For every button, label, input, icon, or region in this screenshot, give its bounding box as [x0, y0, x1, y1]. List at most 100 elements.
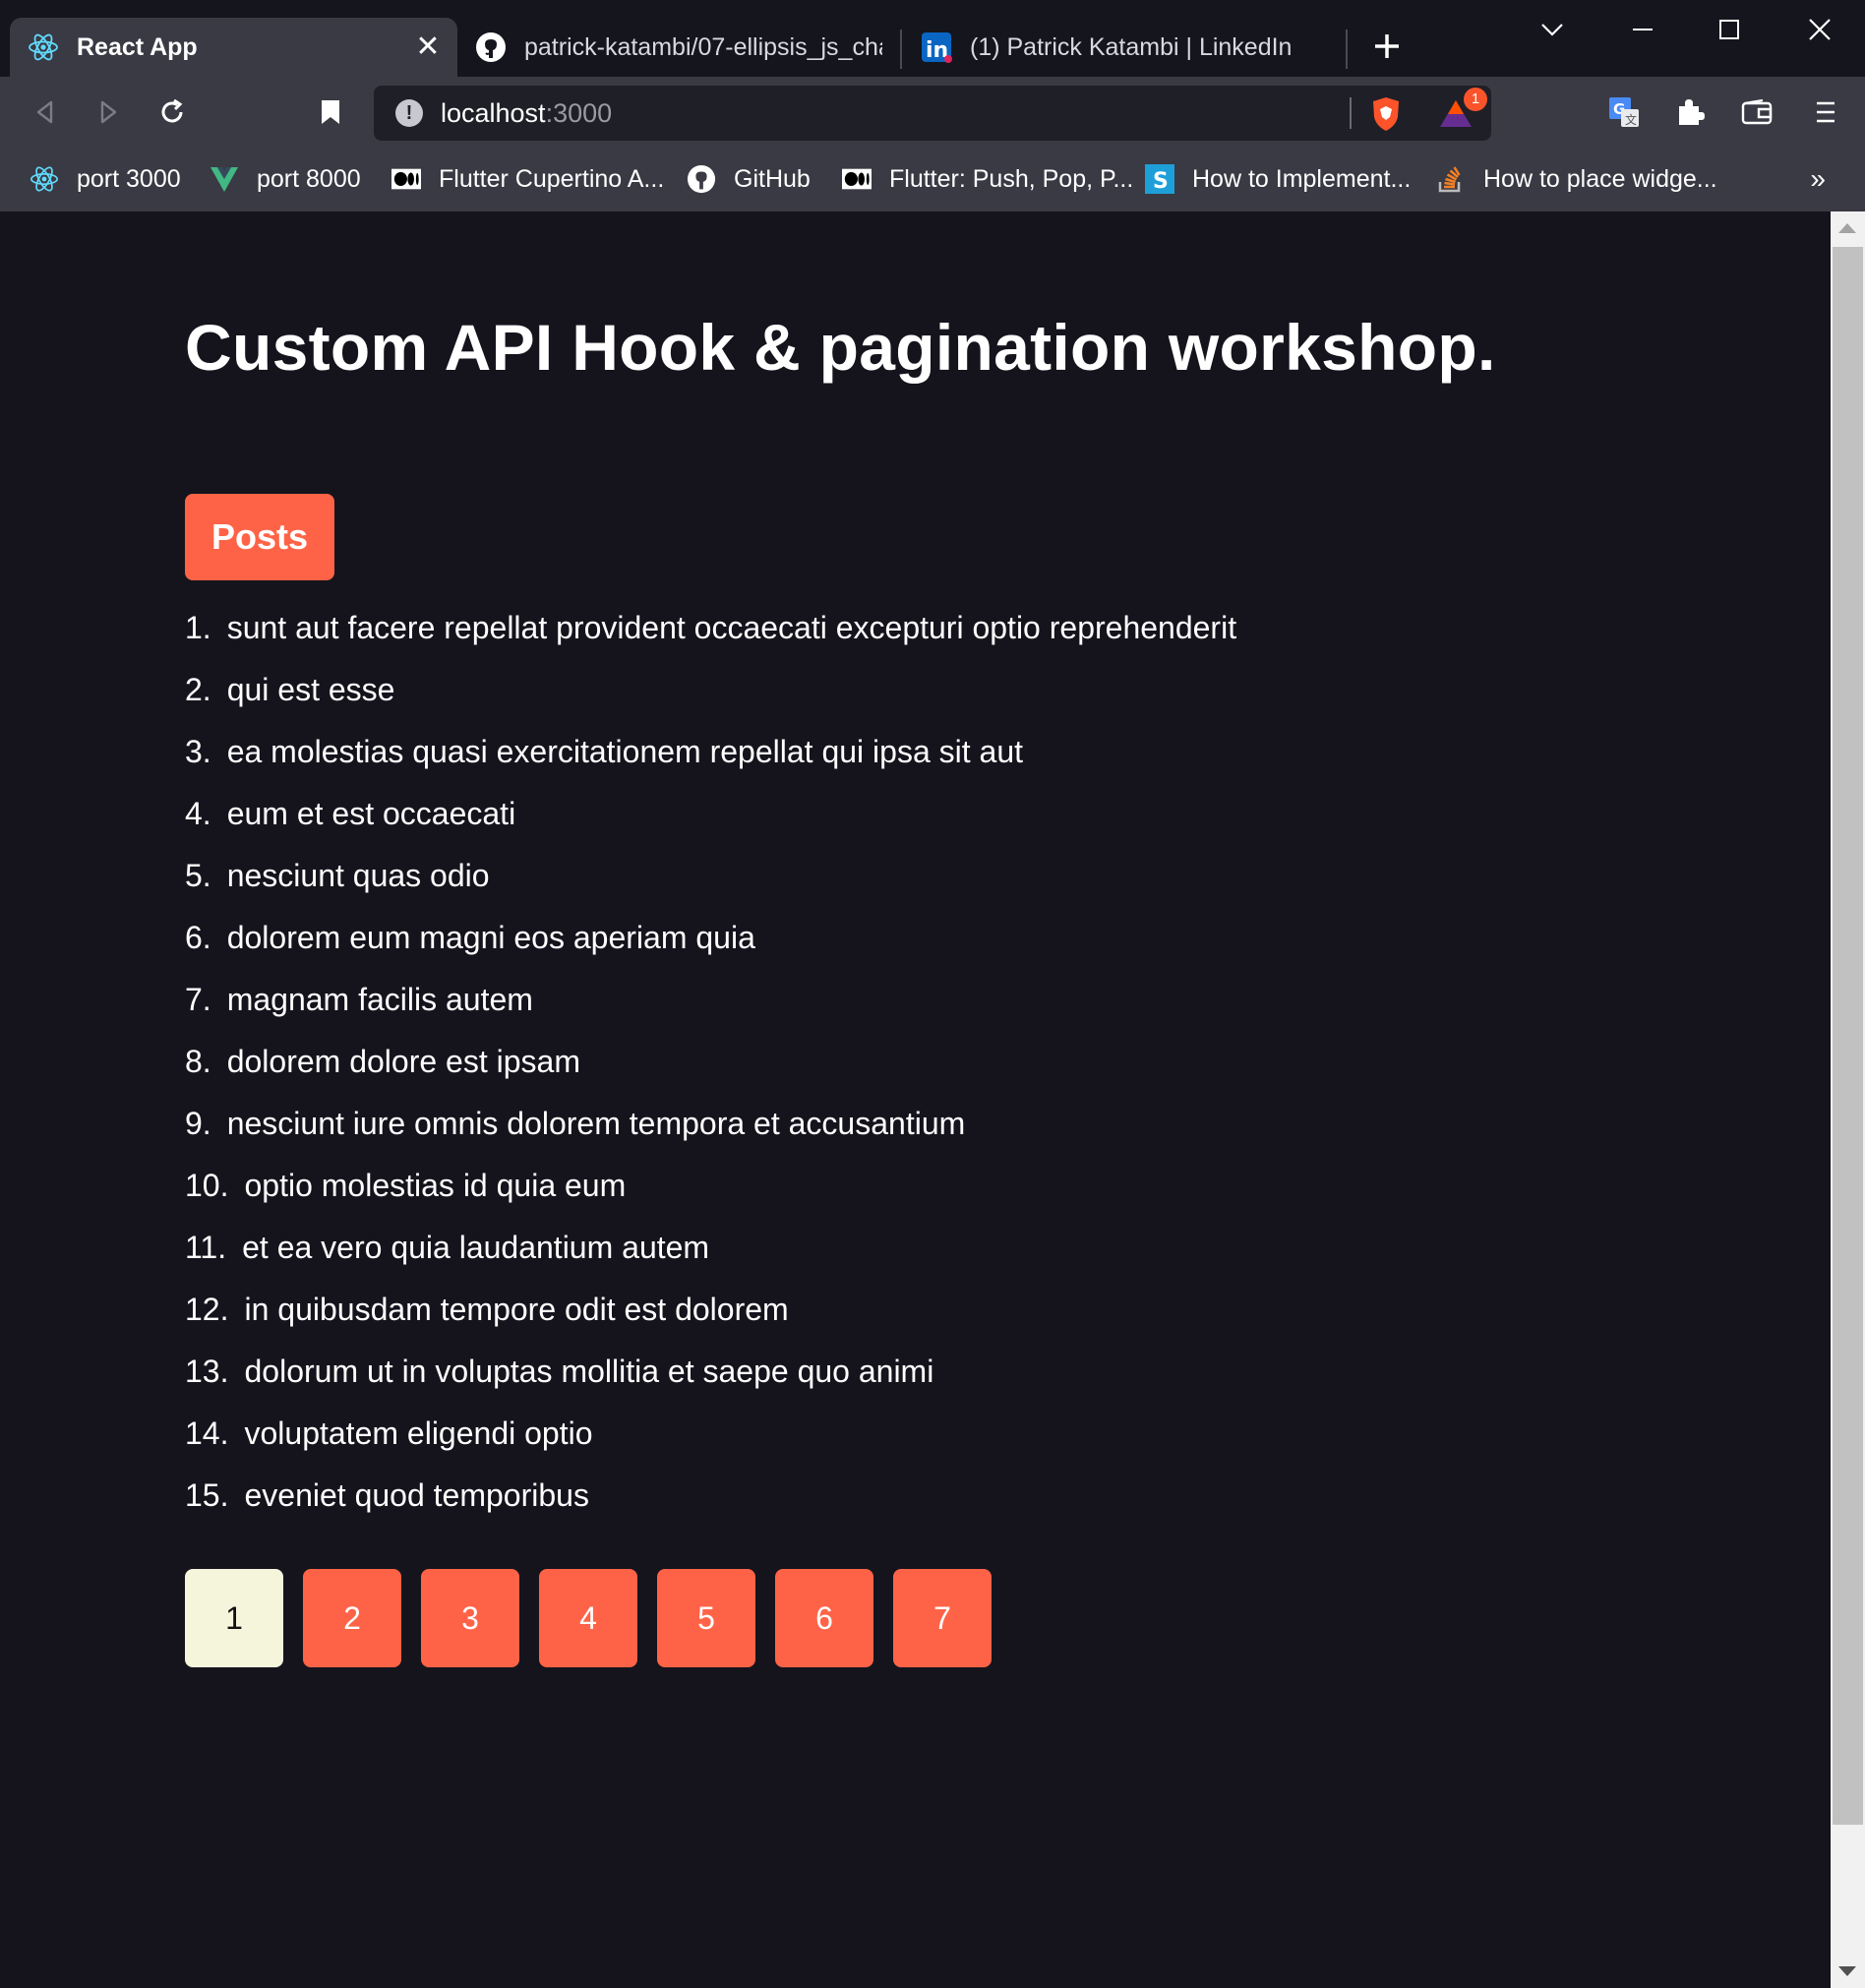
tab-linkedin[interactable]: in (1) Patrick Katambi | LinkedIn — [903, 18, 1346, 77]
page-content: Custom API Hook & pagination workshop. P… — [0, 211, 1831, 1988]
pagination: 1 2 3 4 5 6 7 — [185, 1569, 1011, 1667]
page-title: Custom API Hook & pagination workshop. — [185, 311, 1496, 384]
maximize-button[interactable] — [1690, 0, 1769, 59]
list-item-number: 3. — [185, 734, 211, 769]
list-item-number: 6. — [185, 920, 211, 955]
address-bar[interactable]: ! localhost:3000 1 — [374, 86, 1491, 141]
maximize-icon — [1719, 20, 1739, 39]
vertical-scrollbar[interactable] — [1831, 211, 1865, 1988]
list-item-number: 13. — [185, 1354, 229, 1389]
page-button-4[interactable]: 4 — [539, 1569, 637, 1667]
url-text[interactable]: localhost:3000 — [441, 98, 612, 129]
bookmark-port-3000[interactable]: port 3000 — [30, 159, 181, 199]
site-info-icon[interactable]: ! — [395, 99, 423, 127]
list-item: 12. in quibusdam tempore odit est dolorem — [185, 1282, 1236, 1344]
github-icon — [687, 164, 716, 194]
bookmark-label: How to Implement... — [1192, 164, 1412, 193]
bookmark-port-8000[interactable]: port 8000 — [210, 159, 361, 199]
list-item-number: 10. — [185, 1168, 229, 1203]
posts-button[interactable]: Posts — [185, 494, 334, 580]
medium-icon — [842, 164, 872, 194]
bookmarks-bar: port 3000 port 8000 Flutter Cupertino A.… — [0, 148, 1865, 211]
list-item-number: 4. — [185, 796, 211, 831]
minimize-button[interactable] — [1603, 0, 1682, 59]
close-window-button[interactable] — [1780, 0, 1859, 59]
scroll-up-icon[interactable] — [1838, 223, 1856, 233]
minimize-icon — [1633, 29, 1653, 30]
list-item-text: et ea vero quia laudantium autem — [242, 1230, 710, 1265]
url-host: localhost — [441, 98, 546, 128]
translate-button[interactable]: G文 — [1604, 92, 1644, 132]
bookmarks-overflow-chevron-icon[interactable]: » — [1810, 163, 1826, 195]
bookmark-flutter-push-pop[interactable]: Flutter: Push, Pop, P... — [842, 159, 1133, 199]
react-icon — [28, 31, 59, 63]
page-button-2[interactable]: 2 — [303, 1569, 401, 1667]
list-item-number: 9. — [185, 1106, 211, 1141]
close-icon[interactable]: ✕ — [412, 31, 444, 63]
list-item-number: 8. — [185, 1044, 211, 1079]
list-item-text: eum et est occaecati — [226, 796, 516, 831]
back-arrow-icon — [36, 100, 53, 124]
page-button-1[interactable]: 1 — [185, 1569, 283, 1667]
new-tab-button[interactable] — [1348, 14, 1426, 79]
list-item: 9. nesciunt iure omnis dolorem tempora et… — [185, 1096, 1236, 1158]
forward-button[interactable] — [89, 92, 128, 132]
extensions-button[interactable] — [1670, 92, 1710, 132]
translate-icon: G文 — [1609, 97, 1639, 127]
list-item-text: nesciunt iure omnis dolorem tempora et a… — [226, 1106, 966, 1141]
list-item: 13. dolorum ut in voluptas mollitia et sa… — [185, 1344, 1236, 1406]
bookmark-page-button[interactable] — [311, 92, 350, 132]
list-item-number: 5. — [185, 858, 211, 893]
react-icon — [30, 164, 59, 194]
list-item: 11. et ea vero quia laudantium autem — [185, 1220, 1236, 1282]
bookmark-label: Flutter Cupertino A... — [439, 164, 665, 193]
menu-button[interactable] — [1806, 92, 1845, 132]
list-item: 14. voluptatem eligendi optio — [185, 1406, 1236, 1468]
list-item-text: magnam facilis autem — [226, 982, 533, 1017]
page-button-5[interactable]: 5 — [657, 1569, 755, 1667]
list-item: 6. dolorem eum magni eos aperiam quia — [185, 910, 1236, 972]
brave-shields-icon[interactable] — [1369, 95, 1403, 138]
bookmark-github[interactable]: GitHub — [687, 159, 811, 199]
svg-text:文: 文 — [1625, 112, 1637, 127]
scrollbar-thumb[interactable] — [1833, 247, 1863, 1825]
list-item: 4. eum et est occaecati — [185, 786, 1236, 848]
list-item-number: 12. — [185, 1292, 229, 1327]
page-button-3[interactable]: 3 — [421, 1569, 519, 1667]
list-item-number: 7. — [185, 982, 211, 1017]
bookmark-flutter-cupertino[interactable]: Flutter Cupertino A... — [391, 159, 664, 199]
page-button-7[interactable]: 7 — [893, 1569, 992, 1667]
list-item: 10. optio molestias id quia eum — [185, 1158, 1236, 1220]
list-item-text: voluptatem eligendi optio — [244, 1416, 593, 1451]
list-item-text: qui est esse — [226, 672, 395, 707]
list-item-number: 1. — [185, 610, 211, 645]
list-item-number: 2. — [185, 672, 211, 707]
linkedin-icon: in — [921, 31, 952, 63]
list-item-number: 14. — [185, 1416, 229, 1451]
hamburger-menu-icon — [1817, 101, 1835, 123]
scroll-down-icon[interactable] — [1838, 1966, 1856, 1976]
bookmark-how-to-implement[interactable]: S How to Implement... — [1145, 159, 1411, 199]
reload-button[interactable] — [152, 92, 192, 132]
list-item: 2. qui est esse — [185, 662, 1236, 724]
tab-github[interactable]: patrick-katambi/07-ellipsis_js_challe — [457, 18, 900, 77]
tab-title: (1) Patrick Katambi | LinkedIn — [970, 32, 1293, 61]
bookmark-how-to-place-widget[interactable]: How to place widge... — [1436, 159, 1717, 199]
vue-icon — [210, 164, 239, 194]
medium-icon — [391, 164, 421, 194]
wallet-button[interactable] — [1737, 92, 1776, 132]
bookmark-label: Flutter: Push, Pop, P... — [889, 164, 1134, 193]
page-button-6[interactable]: 6 — [775, 1569, 873, 1667]
posts-list: 1. sunt aut facere repellat provident occ… — [185, 600, 1236, 1530]
url-port: :3000 — [545, 98, 613, 128]
list-item-text: dolorem eum magni eos aperiam quia — [226, 920, 755, 955]
github-icon — [475, 31, 507, 63]
chevron-down-icon — [1541, 24, 1563, 36]
s-icon: S — [1145, 164, 1174, 194]
bookmark-label: GitHub — [734, 164, 811, 193]
tab-react-app[interactable]: React App ✕ — [10, 18, 457, 77]
tab-search-button[interactable] — [1513, 0, 1592, 59]
back-button[interactable] — [26, 92, 65, 132]
svg-text:S: S — [1153, 169, 1169, 194]
bookmark-label: port 8000 — [257, 164, 361, 193]
